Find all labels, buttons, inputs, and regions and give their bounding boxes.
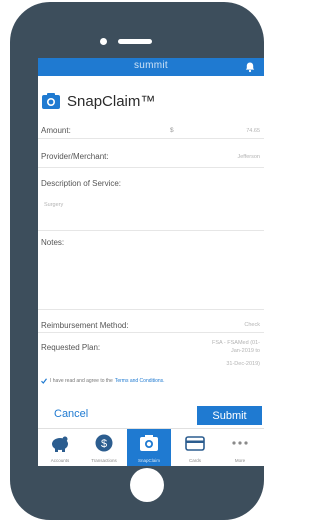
tab-snapclaim[interactable]: SnapClaim [127,429,171,466]
terms-text: I have read and agree to the [50,378,113,384]
provider-value: Jefferson [237,154,260,160]
plan-line-3: 31-Dec-2019) [226,361,260,367]
plan-field[interactable]: Requested Plan: FSA - FSAMed (01- Jan-20… [38,333,264,375]
camera-icon [42,93,60,109]
svg-text:$: $ [101,438,107,450]
reimbursement-field[interactable]: Reimbursement Method: Check [38,310,264,333]
plan-label: Requested Plan: [41,343,101,352]
submit-button[interactable]: Submit [197,406,262,425]
tab-bar: Accounts $ Transactions SnapClaim Cards … [38,428,264,466]
more-icon [232,441,248,445]
front-camera [100,38,107,45]
speaker-grille [118,39,152,44]
piggy-bank-icon [52,436,68,452]
tab-label: Transactions [91,458,117,463]
tab-label: More [234,458,246,463]
page-header: SnapClaim™ [42,91,155,111]
card-icon [185,436,205,451]
cancel-button[interactable]: Cancel [54,408,88,420]
tab-accounts[interactable]: Accounts [38,429,82,466]
terms-consent: I have read and agree to the Terms and C… [41,378,165,384]
tab-transactions[interactable]: $ Transactions [82,429,126,466]
provider-field[interactable]: Provider/Merchant: Jefferson [38,139,264,168]
description-value: Surgery [44,202,64,208]
amount-label: Amount: [41,126,71,135]
home-button[interactable] [130,468,164,502]
page-title: SnapClaim™ [67,92,156,110]
tab-more[interactable]: More [218,429,262,466]
checkmark-icon[interactable] [41,378,47,384]
tab-label: SnapClaim [137,458,160,463]
amount-currency: $ [170,127,174,134]
reimbursement-label: Reimbursement Method: [41,321,129,330]
amount-value: 74.65 [246,128,260,134]
bell-icon[interactable] [244,61,256,73]
brand-name: summit [133,60,169,71]
terms-link[interactable]: Terms and Conditions. [115,378,165,384]
tab-label: Cards [188,458,201,463]
plan-line-2: Jan-2019 to [230,348,260,354]
tab-label: Accounts [50,458,70,463]
app-screen: summit SnapClaim™ Amount: $ 74.65 Provid… [38,58,264,466]
description-field[interactable]: Description of Service: Surgery [38,168,264,231]
top-bar: summit [38,58,264,76]
notes-field[interactable]: Notes: [38,231,264,310]
transactions-icon: $ [95,434,113,452]
camera-icon [140,435,158,451]
phone-frame: summit SnapClaim™ Amount: $ 74.65 Provid… [10,2,264,520]
reimbursement-value: Check [244,322,260,328]
provider-label: Provider/Merchant: [41,152,109,161]
tab-cards[interactable]: Cards [173,429,217,466]
description-label: Description of Service: [41,179,122,188]
notes-label: Notes: [41,238,65,247]
plan-line-1: FSA - FSAMed (01- [212,340,260,346]
amount-field[interactable]: Amount: $ 74.65 [38,120,264,139]
